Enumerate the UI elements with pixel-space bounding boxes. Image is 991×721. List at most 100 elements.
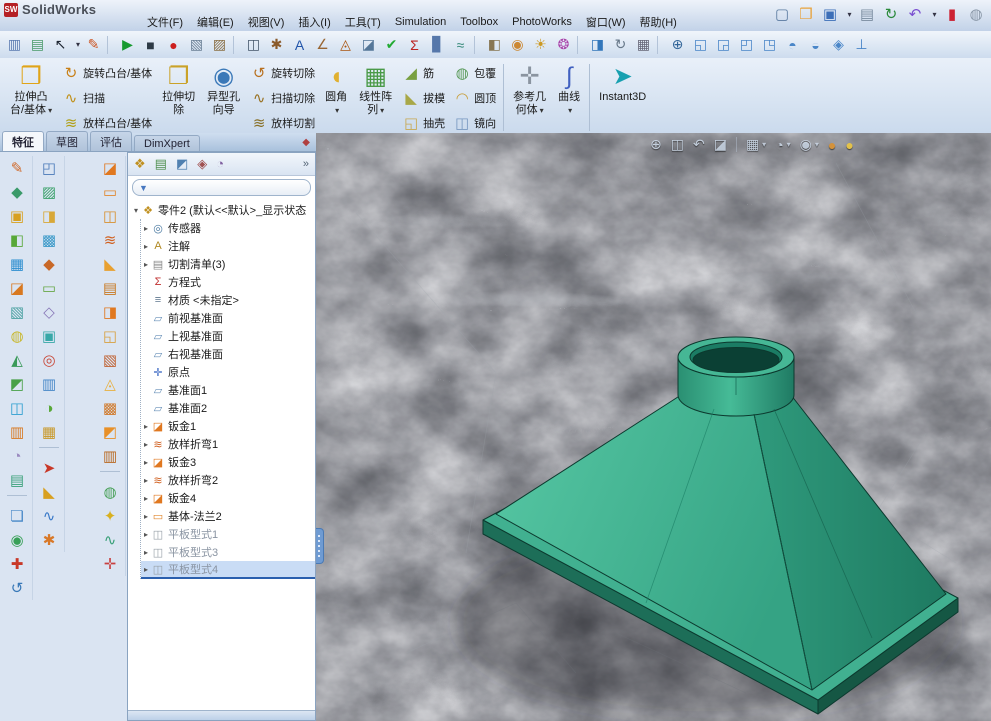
- revolved-cut-button[interactable]: ↺ 旋转切除: [250, 62, 315, 84]
- cad-tool-icon[interactable]: ▣: [37, 324, 61, 348]
- cad-tool-icon[interactable]: ▭: [98, 180, 122, 204]
- zoom-to-area-icon[interactable]: ◫: [671, 136, 684, 153]
- extruded-cut-button[interactable]: ❐ 拉伸切 除: [156, 60, 201, 135]
- tree-item-material[interactable]: ≡ 材质 <未指定>: [141, 291, 315, 309]
- extrude-boss-button[interactable]: ❒ 拉伸凸 台/基体 ▾: [4, 60, 58, 135]
- cad-tool-icon[interactable]: ▥: [5, 420, 29, 444]
- hide-show-items-icon[interactable]: ◉: [800, 136, 812, 153]
- cad-tool-icon[interactable]: ∿: [98, 528, 122, 552]
- page-setup-icon[interactable]: ▤: [26, 33, 49, 56]
- expand-arrow-icon[interactable]: ▸: [141, 512, 151, 521]
- wrap-button[interactable]: ◍ 包覆: [453, 62, 497, 84]
- simulation-advisor-icon[interactable]: ◨: [586, 33, 609, 56]
- toolbar-separator[interactable]: [233, 35, 240, 54]
- cad-tool-icon[interactable]: ◉: [5, 528, 29, 552]
- menu-toolbox[interactable]: Toolbox: [453, 15, 505, 29]
- cad-tool-icon[interactable]: ◨: [37, 204, 61, 228]
- commandmanager-options-icon[interactable]: ◆: [302, 137, 310, 148]
- edit-appearance-icon[interactable]: ◉: [506, 33, 529, 56]
- tree-item-origin[interactable]: ✛ 原点: [141, 363, 315, 381]
- cad-tool-icon[interactable]: ▤: [98, 276, 122, 300]
- swept-cut-button[interactable]: ∿ 扫描切除: [250, 87, 315, 109]
- tree-item-equations[interactable]: Σ 方程式: [141, 273, 315, 291]
- left-view-icon[interactable]: ◰: [735, 33, 758, 56]
- displaymanager-tab[interactable]: ◔: [216, 156, 224, 172]
- cad-tool-icon[interactable]: ◩: [98, 420, 122, 444]
- options-icon[interactable]: ✱: [265, 33, 288, 56]
- equations-icon[interactable]: Σ: [403, 33, 426, 56]
- cad-tool-icon[interactable]: ≋: [98, 228, 122, 252]
- section-view-icon[interactable]: ◪: [714, 136, 727, 153]
- cad-tool-icon[interactable]: ◍: [98, 480, 122, 504]
- cad-tool-icon[interactable]: ✚: [5, 552, 29, 576]
- featuremanager-tree-tab[interactable]: ❖: [134, 156, 146, 172]
- graphics-area[interactable]: [316, 133, 991, 721]
- cad-tool-icon[interactable]: ◆: [37, 252, 61, 276]
- cad-tool-icon[interactable]: ◇: [37, 300, 61, 324]
- toolbar-separator[interactable]: [577, 35, 584, 54]
- cad-tool-icon[interactable]: ▦: [5, 252, 29, 276]
- panel-overflow-chevron[interactable]: »: [303, 158, 309, 170]
- cad-tool-icon[interactable]: ▩: [98, 396, 122, 420]
- apply-scene-icon[interactable]: ●: [845, 137, 853, 153]
- tree-item-flat-pattern4[interactable]: ▸ ◫ 平板型式4: [141, 561, 315, 579]
- hole-wizard-button[interactable]: ◉ 异型孔 向导: [201, 60, 246, 135]
- select-arrow-icon[interactable]: ↖: [49, 33, 72, 56]
- fillet-button[interactable]: ◖ 圆角 ▾: [319, 60, 353, 135]
- tab-dimxpert[interactable]: DimXpert: [134, 135, 200, 151]
- shell-button[interactable]: ◱ 抽壳: [402, 112, 445, 134]
- menu-file[interactable]: 文件(F): [140, 13, 190, 31]
- tree-item-front-plane[interactable]: ▱ 前视基准面: [141, 309, 315, 327]
- configurationmanager-tab[interactable]: ◩: [176, 156, 188, 172]
- cad-tool-icon[interactable]: [7, 495, 27, 503]
- render-icon[interactable]: ❂: [552, 33, 575, 56]
- toolbar-separator[interactable]: [474, 35, 481, 54]
- cad-tool-icon[interactable]: ◬: [98, 372, 122, 396]
- cad-tool-icon[interactable]: ▤: [5, 468, 29, 492]
- statistics-icon[interactable]: ▊: [426, 33, 449, 56]
- tree-item-plane1[interactable]: ▱ 基准面1: [141, 381, 315, 399]
- cad-tool-icon[interactable]: ▨: [37, 180, 61, 204]
- select-caret[interactable]: ▾: [74, 33, 82, 56]
- cad-tool-icon[interactable]: ➤: [37, 456, 61, 480]
- tree-item-sensors[interactable]: ▸ ◎ 传感器: [141, 219, 315, 237]
- cad-tool-icon[interactable]: ▥: [98, 444, 122, 468]
- menu-edit[interactable]: 编辑(E): [190, 13, 241, 31]
- tab-evaluate[interactable]: 评估: [90, 131, 132, 151]
- zoom-to-fit-icon[interactable]: ⊕: [666, 33, 689, 56]
- save-icon[interactable]: ▣: [819, 3, 841, 25]
- dome-button[interactable]: ◠ 圆顶: [453, 87, 497, 109]
- expand-arrow-icon[interactable]: ▸: [141, 548, 151, 557]
- tree-item-sheet-metal3[interactable]: ▸ ◪ 钣金3: [141, 453, 315, 471]
- rebuild-icon[interactable]: ↻: [880, 3, 902, 25]
- dimxpertmanager-tab[interactable]: ◈: [197, 156, 207, 172]
- save-caret[interactable]: ▾: [845, 3, 854, 25]
- bottom-view-icon[interactable]: ◒: [804, 33, 827, 56]
- tree-filter-field[interactable]: ▼: [132, 179, 311, 196]
- hide-show-caret[interactable]: ▾: [815, 140, 819, 149]
- tree-item-sheet-metal1[interactable]: ▸ ◪ 钣金1: [141, 417, 315, 435]
- linear-pattern-button[interactable]: ▦ 线性阵 列 ▾: [353, 60, 398, 135]
- propertymanager-tab[interactable]: ▤: [155, 156, 167, 172]
- measure-icon[interactable]: ∠: [311, 33, 334, 56]
- sketch-tool-icon[interactable]: ✎: [5, 156, 29, 180]
- sheet-metal-flange-icon[interactable]: ◪: [98, 156, 122, 180]
- swept-boss-button[interactable]: ∿ 扫描: [62, 87, 152, 109]
- spell-check-icon[interactable]: A: [288, 33, 311, 56]
- draft-button[interactable]: ◣ 拔模: [402, 87, 445, 109]
- panel-splitter-handle[interactable]: [316, 528, 324, 564]
- menu-window[interactable]: 窗口(W): [579, 13, 633, 31]
- cad-tool-icon[interactable]: ◱: [98, 324, 122, 348]
- cad-tool-icon[interactable]: ◰: [37, 156, 61, 180]
- run-macro-icon[interactable]: ▶: [116, 33, 139, 56]
- tree-item-top-plane[interactable]: ▱ 上视基准面: [141, 327, 315, 345]
- right-view-icon[interactable]: ◳: [758, 33, 781, 56]
- tree-item-cut-list[interactable]: ▸ ▤ 切割清单(3): [141, 255, 315, 273]
- view-orientation-icon[interactable]: ▦: [746, 136, 759, 153]
- tree-item-sheet-metal4[interactable]: ▸ ◪ 钣金4: [141, 489, 315, 507]
- tab-features[interactable]: 特征: [2, 131, 44, 151]
- back-view-icon[interactable]: ◲: [712, 33, 735, 56]
- menu-insert[interactable]: 插入(I): [291, 13, 337, 31]
- cad-tool-icon[interactable]: ▩: [37, 228, 61, 252]
- cad-tool-icon[interactable]: ◔: [5, 444, 29, 468]
